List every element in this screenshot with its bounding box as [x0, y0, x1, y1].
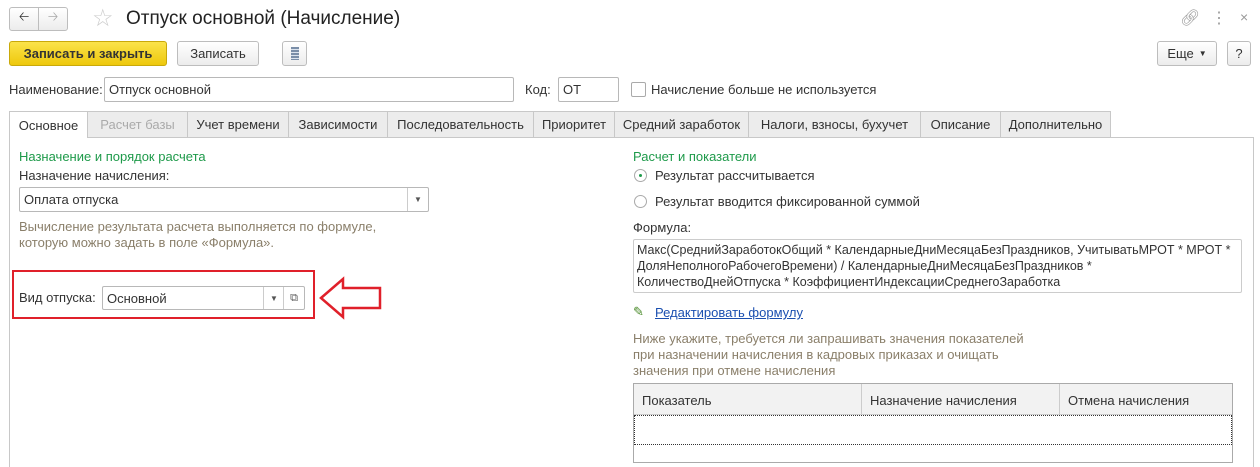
chevron-down-icon[interactable]: ▼	[407, 188, 428, 211]
kebab-menu-icon[interactable]: ⋮	[1211, 8, 1227, 28]
pencil-icon: ✎	[633, 304, 644, 319]
chevron-down-icon: ▼	[1198, 49, 1207, 58]
tab-additional[interactable]: Дополнительно	[1000, 111, 1111, 137]
left-heading: Назначение и порядок расчета	[19, 149, 206, 164]
radio-calculated-label[interactable]: Результат рассчитывается	[655, 168, 815, 183]
edit-formula-link[interactable]: Редактировать формулу	[655, 305, 803, 320]
forward-button[interactable]: 🡢	[38, 7, 68, 31]
more-button[interactable]: Еще ▼	[1157, 41, 1217, 66]
column-header-cancellation[interactable]: Отмена начисления	[1060, 384, 1232, 414]
open-icon[interactable]: ⧉	[283, 287, 304, 309]
column-header-assignment[interactable]: Назначение начисления	[862, 384, 1060, 414]
right-hint: Ниже укажите, требуется ли запрашивать з…	[633, 331, 1024, 378]
save-close-button[interactable]: Записать и закрыть	[9, 41, 167, 66]
unused-label[interactable]: Начисление больше не используется	[651, 82, 876, 97]
purpose-label: Назначение начисления:	[19, 168, 170, 183]
formula-field[interactable]: Макс(СреднийЗаработокОбщий * Календарные…	[633, 239, 1242, 293]
purpose-select[interactable]: Оплата отпуска ▼	[19, 187, 429, 212]
tab-description[interactable]: Описание	[920, 111, 1001, 137]
right-heading: Расчет и показатели	[633, 149, 757, 164]
column-header-indicator[interactable]: Показатель	[634, 384, 862, 414]
radio-fixed[interactable]	[634, 195, 647, 208]
vacation-select[interactable]: Основной ▼ ⧉	[102, 286, 305, 310]
radio-calculated[interactable]	[634, 169, 647, 182]
name-label: Наименование:	[9, 82, 103, 97]
favorite-star-icon[interactable]: ☆	[92, 4, 114, 33]
radio-fixed-label[interactable]: Результат вводится фиксированной суммой	[655, 194, 920, 209]
tab-priority[interactable]: Приоритет	[533, 111, 615, 137]
list-icon[interactable]	[282, 41, 307, 66]
help-button[interactable]: ?	[1227, 41, 1251, 66]
back-button[interactable]: 🡠	[9, 7, 39, 31]
formula-label: Формула:	[633, 220, 692, 235]
tab-base-calc[interactable]: Расчет базы	[87, 111, 188, 137]
save-button[interactable]: Записать	[177, 41, 259, 66]
code-field[interactable]: ОТ	[558, 77, 619, 102]
window-title: Отпуск основной (Начисление)	[126, 8, 401, 29]
indicators-table: Показатель Назначение начисления Отмена …	[633, 383, 1233, 463]
chevron-down-icon[interactable]: ▼	[263, 287, 284, 309]
name-field[interactable]: Отпуск основной	[104, 77, 514, 102]
annotation-arrow-icon	[319, 276, 382, 320]
active-tab-gap	[10, 136, 87, 138]
tab-main[interactable]: Основное	[9, 111, 88, 138]
tab-taxes[interactable]: Налоги, взносы, бухучет	[748, 111, 921, 137]
tab-time-accounting[interactable]: Учет времени	[187, 111, 289, 137]
table-row[interactable]	[634, 415, 1232, 445]
tab-average-earnings[interactable]: Средний заработок	[614, 111, 749, 137]
tab-sequence[interactable]: Последовательность	[387, 111, 534, 137]
code-label: Код:	[525, 82, 551, 97]
left-hint: Вычисление результата расчета выполняетс…	[19, 219, 377, 250]
vacation-label: Вид отпуска:	[19, 290, 96, 305]
close-icon[interactable]: ×	[1240, 9, 1248, 25]
unused-checkbox[interactable]	[631, 82, 646, 97]
tab-dependencies[interactable]: Зависимости	[288, 111, 388, 137]
link-icon[interactable]: 🔗︎	[1180, 8, 1200, 28]
